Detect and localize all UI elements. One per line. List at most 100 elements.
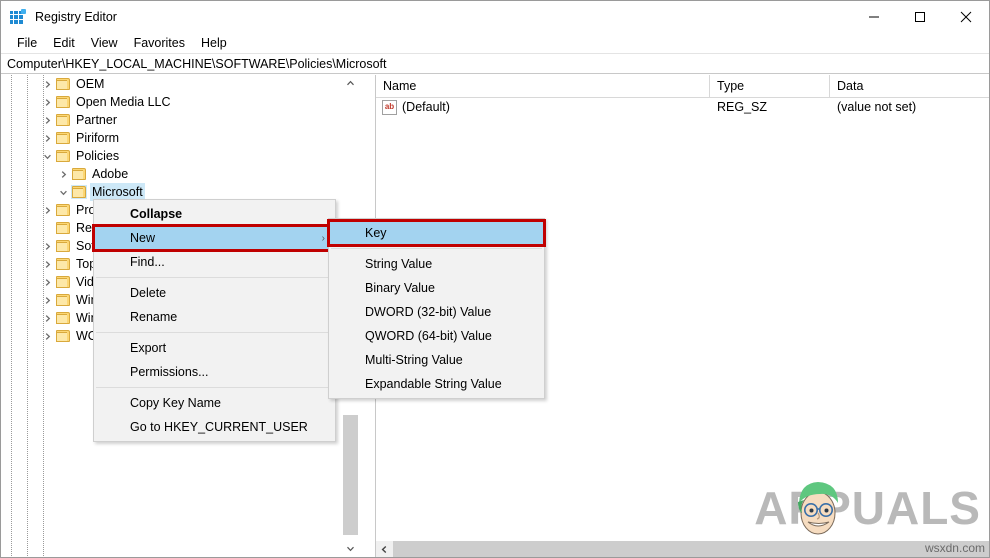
chevron-down-icon[interactable] [55, 183, 71, 201]
folder-icon [55, 95, 71, 109]
menu-item-label: DWORD (32-bit) Value [365, 305, 492, 319]
folder-icon [55, 257, 71, 271]
menu-item-dword-32-bit-value[interactable]: DWORD (32-bit) Value [329, 300, 544, 324]
chevron-right-icon[interactable] [39, 237, 55, 255]
menu-item-go-to-hkey-current-user[interactable]: Go to HKEY_CURRENT_USER [94, 415, 335, 439]
folder-icon [55, 329, 71, 343]
chevron-right-icon[interactable] [39, 309, 55, 327]
scroll-down-icon[interactable] [342, 540, 359, 557]
folder-icon [55, 275, 71, 289]
menu-item-label: Go to HKEY_CURRENT_USER [130, 420, 308, 434]
menu-separator [96, 387, 333, 388]
menu-item-collapse[interactable]: Collapse [94, 202, 335, 226]
chevron-right-icon[interactable] [39, 111, 55, 129]
string-value-icon: ab [382, 100, 397, 115]
column-header-name[interactable]: Name [376, 75, 710, 97]
folder-icon [55, 311, 71, 325]
new-submenu[interactable]: Key String Value Binary Value DWORD (32-bit… [327, 218, 546, 399]
chevron-right-icon[interactable] [39, 291, 55, 309]
menu-item-rename[interactable]: Rename [94, 305, 335, 329]
chevron-down-icon[interactable] [39, 147, 55, 165]
folder-icon [71, 185, 87, 199]
tree-item-oem[interactable]: OEM [1, 75, 359, 93]
scroll-left-icon[interactable] [376, 540, 393, 557]
folder-icon [55, 293, 71, 307]
chevron-right-icon[interactable] [39, 273, 55, 291]
menu-item-label: Copy Key Name [130, 396, 222, 410]
folder-icon [55, 131, 71, 145]
menu-view[interactable]: View [83, 34, 126, 52]
tree-item-piriform[interactable]: Piriform [1, 129, 359, 147]
tree-twisty-none [39, 219, 55, 237]
value-name-label: (Default) [402, 100, 450, 114]
tree-item-label: Policies [76, 149, 120, 163]
value-type-cell: REG_SZ [717, 100, 768, 114]
menu-item-label: Multi-String Value [365, 353, 463, 367]
menu-item-string-value[interactable]: String Value [329, 252, 544, 276]
menu-item-copy-key-name[interactable]: Copy Key Name [94, 391, 335, 415]
tree-item-label: Partner [76, 113, 117, 127]
menu-item-new[interactable]: New › [92, 224, 337, 252]
menu-item-key[interactable]: Key [327, 219, 546, 247]
menu-item-label: String Value [365, 257, 433, 271]
values-column-headers: Name Type Data [376, 75, 989, 98]
menu-item-expandable-string-value[interactable]: Expandable String Value [329, 372, 544, 396]
tree-item-partner[interactable]: Partner [1, 111, 359, 129]
value-name-cell: ab (Default) [376, 98, 710, 117]
address-bar[interactable]: Computer\HKEY_LOCAL_MACHINE\SOFTWARE\Pol… [1, 53, 989, 74]
menu-help[interactable]: Help [193, 34, 235, 52]
menu-item-label: Binary Value [365, 281, 435, 295]
chevron-right-icon[interactable] [39, 327, 55, 345]
column-header-data[interactable]: Data [830, 75, 989, 97]
tree-item-label: Piriform [76, 131, 120, 145]
values-scroll-track[interactable] [393, 540, 989, 557]
close-icon[interactable] [943, 1, 989, 32]
menu-item-find[interactable]: Find... [94, 250, 335, 274]
chevron-right-icon[interactable] [55, 165, 71, 183]
menu-edit[interactable]: Edit [45, 34, 83, 52]
chevron-right-icon[interactable] [39, 255, 55, 273]
tree-context-menu[interactable]: Collapse New › Find... Delete Rename Export Per… [92, 199, 337, 442]
value-data-cell: (value not set) [837, 100, 917, 114]
chevron-right-icon[interactable] [39, 75, 55, 93]
menu-item-binary-value[interactable]: Binary Value [329, 276, 544, 300]
title-bar: Registry Editor [1, 1, 989, 32]
menu-item-permissions[interactable]: Permissions... [94, 360, 335, 384]
window-title: Registry Editor [35, 9, 117, 24]
value-row[interactable]: ab (Default) REG_SZ (value not set) [376, 98, 989, 117]
menu-favorites[interactable]: Favorites [126, 34, 193, 52]
folder-icon [55, 77, 71, 91]
tree-item-adobe[interactable]: Adobe [1, 165, 359, 183]
chevron-right-icon[interactable] [39, 93, 55, 111]
source-watermark: wsxdn.com [924, 541, 985, 555]
menu-item-label: Rename [130, 310, 178, 324]
menu-item-multi-string-value[interactable]: Multi-String Value [329, 348, 544, 372]
scroll-up-icon[interactable] [342, 75, 359, 92]
tree-item-label: Adobe [92, 167, 129, 181]
values-horizontal-scrollbar[interactable] [376, 540, 989, 557]
values-list[interactable]: ab (Default) REG_SZ (value not set) [376, 98, 989, 117]
minimize-icon[interactable] [851, 1, 897, 32]
maximize-icon[interactable] [897, 1, 943, 32]
chevron-right-icon[interactable] [39, 201, 55, 219]
menu-item-label: Permissions... [130, 365, 209, 379]
folder-icon [55, 239, 71, 253]
column-header-type[interactable]: Type [710, 75, 830, 97]
folder-icon [55, 113, 71, 127]
chevron-right-icon: › [321, 232, 325, 244]
menu-separator [96, 332, 333, 333]
tree-item-open-media-llc[interactable]: Open Media LLC [1, 93, 359, 111]
menu-item-export[interactable]: Export [94, 336, 335, 360]
folder-icon [71, 167, 87, 181]
chevron-right-icon[interactable] [39, 129, 55, 147]
menu-item-qword-64-bit-value[interactable]: QWORD (64-bit) Value [329, 324, 544, 348]
tree-item-policies[interactable]: Policies [1, 147, 359, 165]
menu-item-label: Export [130, 341, 167, 355]
menu-file[interactable]: File [9, 34, 45, 52]
menu-item-delete[interactable]: Delete [94, 281, 335, 305]
menu-item-label: Key [365, 226, 387, 240]
registry-editor-icon [10, 8, 26, 25]
folder-icon [55, 221, 71, 235]
tree-scroll-thumb[interactable] [343, 415, 358, 535]
menu-item-label: Expandable String Value [365, 377, 502, 391]
